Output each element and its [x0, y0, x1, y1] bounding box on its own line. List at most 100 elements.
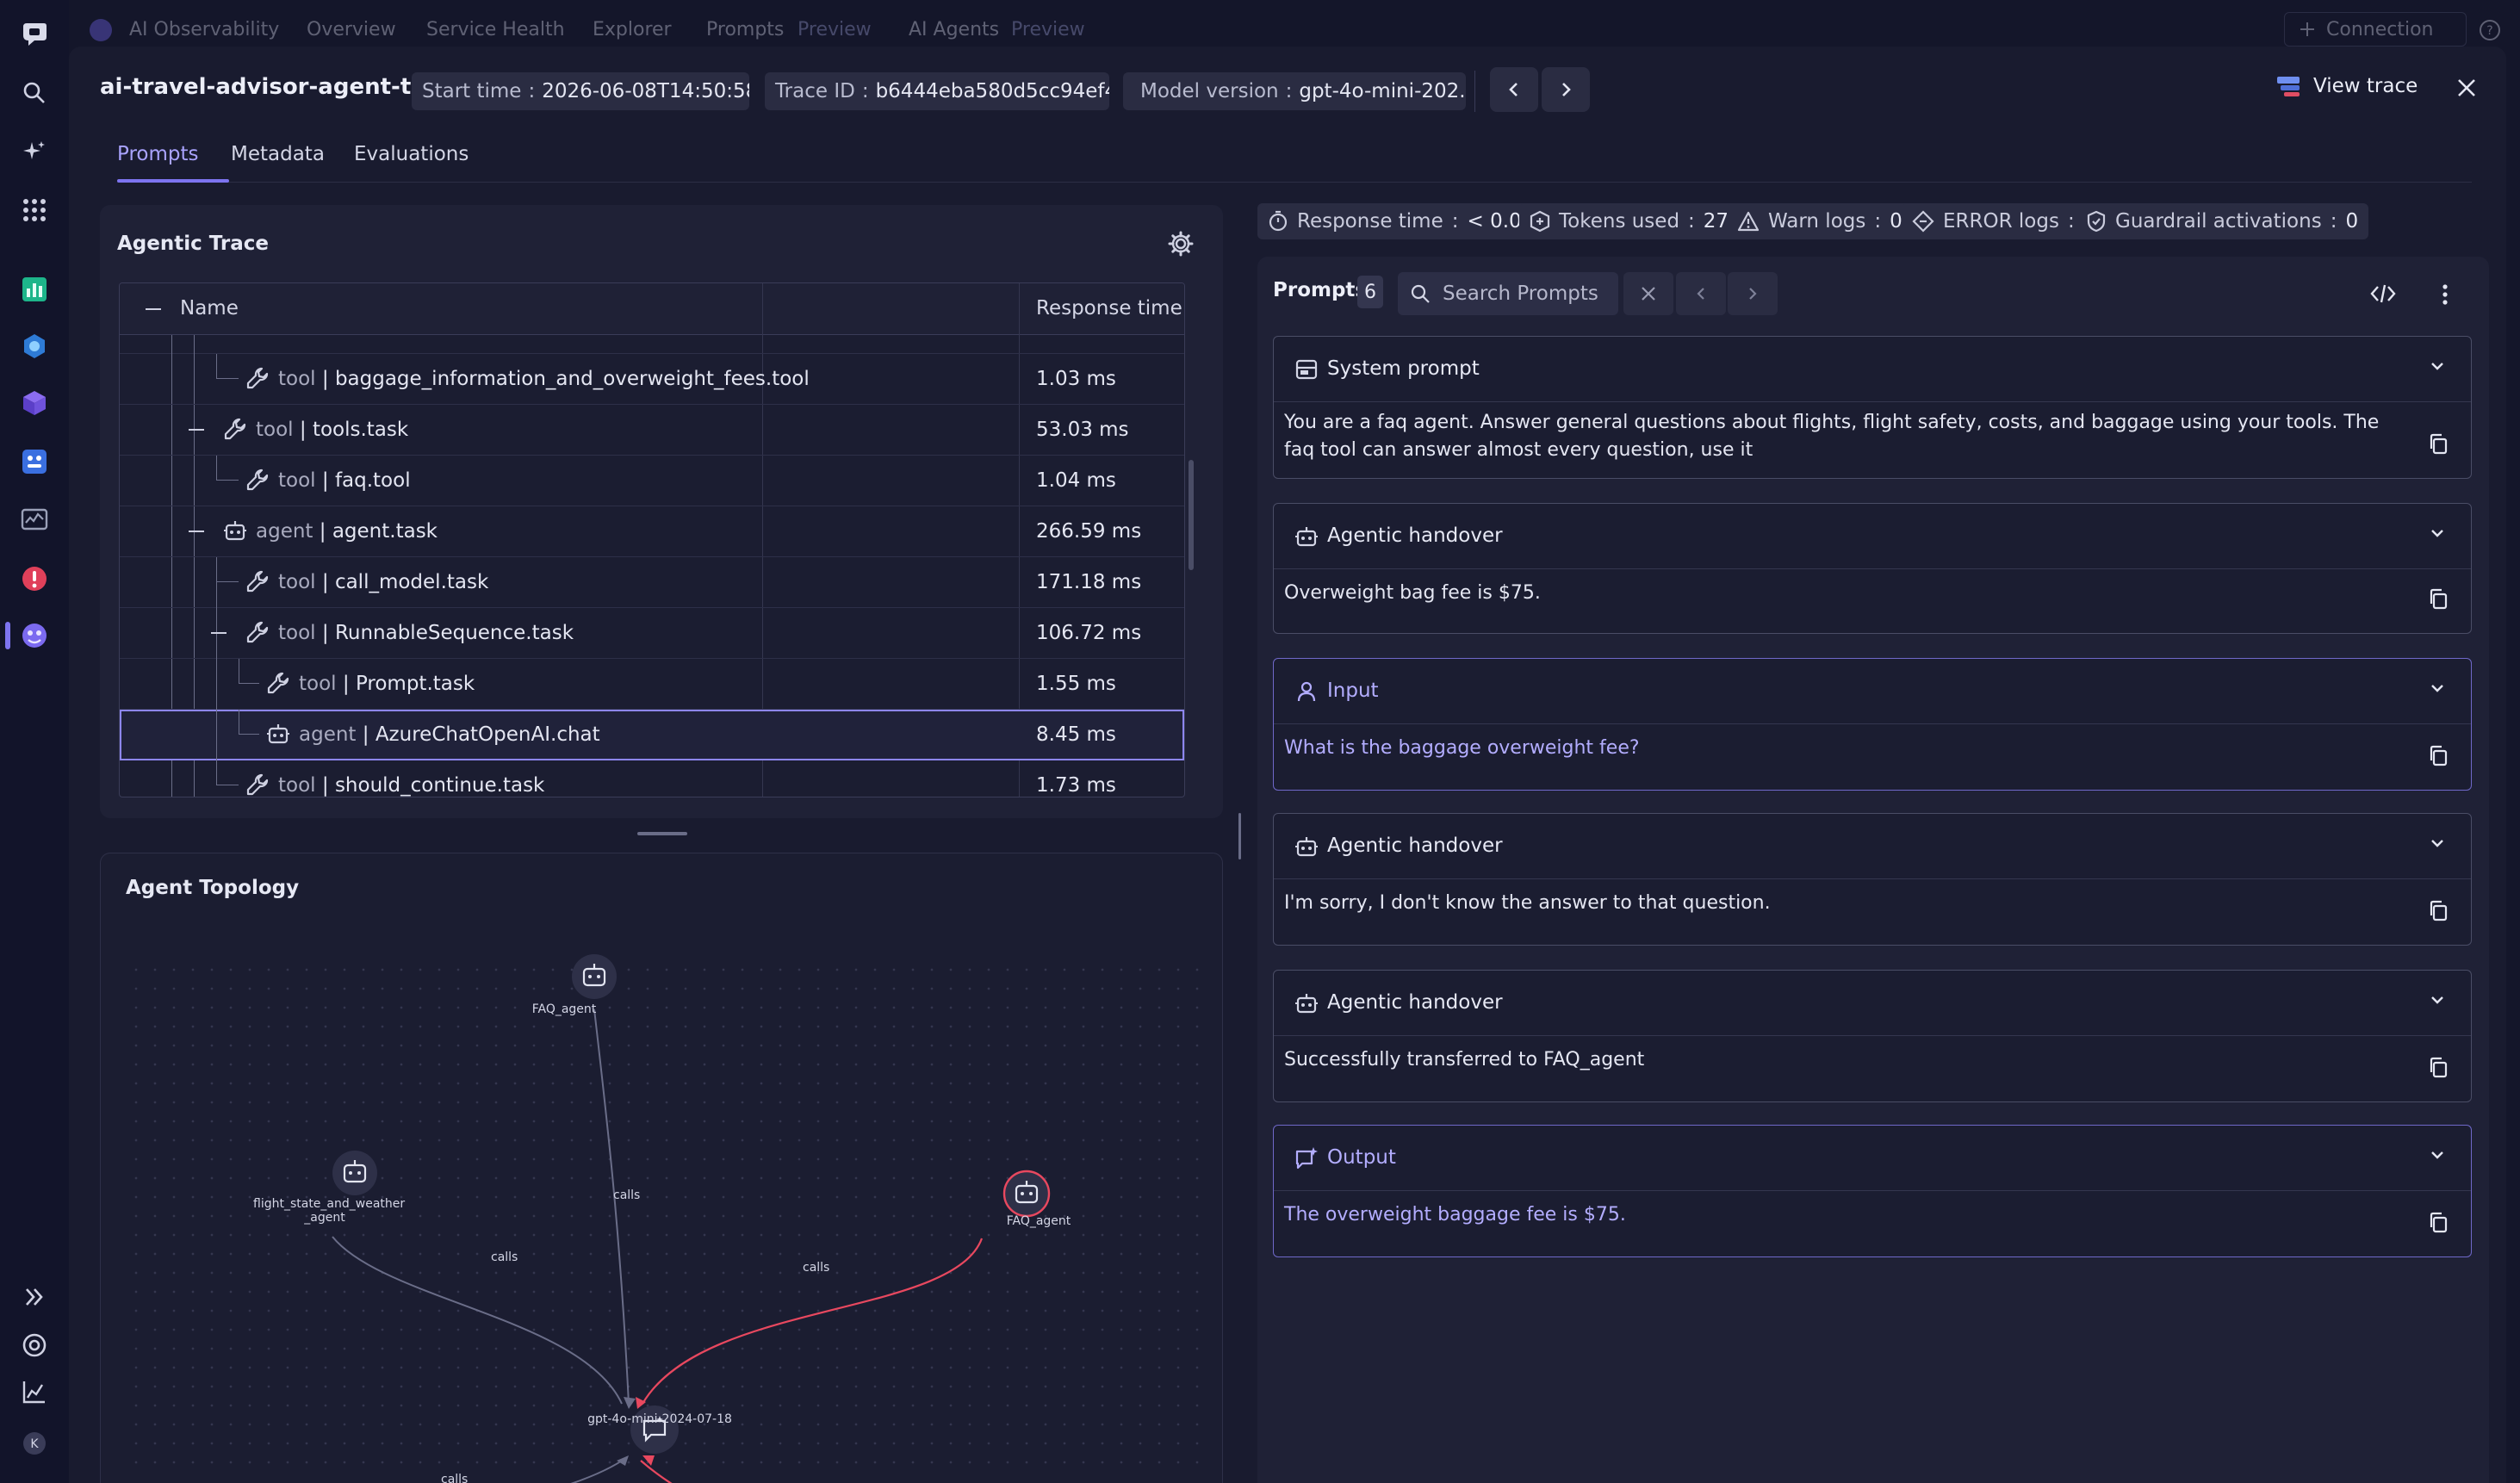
table-row[interactable]: agent | agent.task 266.59 ms	[120, 506, 1184, 557]
copy-icon[interactable]	[2428, 1057, 2449, 1079]
collapse-all-icon[interactable]	[146, 308, 161, 310]
prompt-card-title: Input	[1327, 679, 1379, 702]
services-icon[interactable]	[16, 443, 53, 481]
nav-overview[interactable]: Overview	[307, 19, 396, 40]
nav-ai-observability[interactable]: AI Observability	[129, 19, 279, 40]
collapse-row-icon[interactable]	[189, 429, 204, 431]
next-trace-button[interactable]	[1542, 67, 1590, 112]
token-icon	[1530, 210, 1550, 233]
prompt-card-header[interactable]	[1274, 659, 2471, 724]
node-faq-agent-top	[572, 954, 617, 999]
chevron-down-icon[interactable]	[2430, 528, 2445, 538]
nav-ai-agents[interactable]: AI Agents	[909, 19, 999, 40]
column-name-header[interactable]: Name	[180, 297, 239, 320]
prompts-title: Prompts	[1273, 279, 1368, 301]
help-icon[interactable]	[16, 1326, 53, 1364]
user-avatar[interactable]: K	[16, 1424, 53, 1462]
trace-scrollbar[interactable]	[1189, 460, 1194, 570]
chevron-down-icon[interactable]	[2430, 838, 2445, 848]
search-icon[interactable]	[16, 74, 53, 112]
search-prompts-input[interactable]	[1443, 282, 1615, 305]
robot-icon	[224, 521, 246, 541]
model-version-chip: Model version: gpt-4o-mini-202...	[1123, 72, 1466, 110]
node-label: FAQ_agent	[531, 1002, 597, 1016]
copy-icon[interactable]	[2428, 745, 2449, 767]
app-logo-icon[interactable]	[16, 16, 53, 53]
edge-arrow	[636, 1397, 646, 1409]
collapse-row-icon[interactable]	[189, 531, 204, 532]
column-response-time-header[interactable]: Response time	[1036, 297, 1182, 320]
prompt-card-title: System prompt	[1327, 357, 1480, 380]
table-row[interactable]	[120, 335, 1184, 354]
response-time-value: 8.45 ms	[1036, 723, 1116, 746]
expand-rail-icon[interactable]	[16, 1278, 53, 1316]
clear-search-button[interactable]	[1623, 272, 1673, 315]
previous-match-button[interactable]	[1676, 272, 1726, 315]
analytics-icon[interactable]	[16, 1373, 53, 1411]
edge-label: calls	[441, 1473, 469, 1483]
tab-evaluations[interactable]: Evaluations	[354, 143, 469, 165]
search-icon	[1411, 284, 1430, 303]
table-row[interactable]: tool | tools.task 53.03 ms	[120, 405, 1184, 456]
edge-arrow	[624, 1397, 636, 1409]
table-row-selected[interactable]: agent | AzureChatOpenAI.chat 8.45 ms	[120, 710, 1184, 760]
chevron-down-icon[interactable]	[2430, 1150, 2445, 1160]
chevron-down-icon[interactable]	[2430, 361, 2445, 371]
table-row[interactable]: tool | Prompt.task 1.55 ms	[120, 659, 1184, 710]
chevron-down-icon[interactable]	[2430, 683, 2445, 693]
copy-icon[interactable]	[2428, 1212, 2449, 1234]
help-circle-icon[interactable]: ?	[2479, 19, 2501, 41]
tab-metadata[interactable]: Metadata	[231, 143, 325, 165]
nav-service-health[interactable]: Service Health	[426, 19, 565, 40]
sparkle-icon[interactable]	[16, 133, 53, 171]
prompt-card-title: Agentic handover	[1327, 991, 1503, 1014]
more-options-icon[interactable]	[2439, 282, 2451, 307]
stat-response-time: Response time: < 0.01 s	[1257, 203, 1561, 239]
table-row[interactable]: tool | faq.tool 1.04 ms	[120, 456, 1184, 506]
collapse-row-icon[interactable]	[211, 632, 227, 634]
gear-icon[interactable]	[1168, 231, 1194, 257]
connection-button[interactable]: Connection	[2284, 12, 2467, 47]
table-row[interactable]: tool | RunnableSequence.task 106.72 ms	[120, 608, 1184, 659]
table-row[interactable]: tool | baggage_information_and_overweigh…	[120, 354, 1184, 405]
prompt-card-title: Agentic handover	[1327, 524, 1503, 547]
dashboards-icon[interactable]	[16, 270, 53, 308]
monitoring-icon[interactable]	[16, 501, 53, 539]
wrench-icon	[246, 621, 269, 643]
resize-handle[interactable]	[637, 832, 687, 835]
edge-flight-to-model	[332, 1236, 623, 1405]
ai-observability-app-icon	[90, 19, 112, 41]
table-row[interactable]: tool | should_continue.task 1.73 ms	[120, 760, 1184, 797]
nav-explorer[interactable]: Explorer	[593, 19, 672, 40]
robot-icon	[1295, 837, 1318, 857]
tab-prompts[interactable]: Prompts	[117, 143, 199, 165]
clear-icon	[1642, 287, 1655, 301]
search-prompts-field[interactable]	[1398, 272, 1618, 315]
nav-prompts[interactable]: Prompts	[706, 19, 784, 40]
edge-label: calls	[613, 1188, 641, 1202]
close-icon[interactable]	[2456, 78, 2477, 98]
view-trace-button[interactable]: View trace	[2275, 74, 2418, 98]
table-row[interactable]: tool | call_model.task 171.18 ms	[120, 557, 1184, 608]
code-view-icon[interactable]	[2370, 282, 2396, 305]
copy-icon[interactable]	[2428, 433, 2449, 456]
node-label: FAQ_agent	[1006, 1214, 1071, 1228]
chevron-down-icon[interactable]	[2430, 995, 2445, 1005]
stat-guardrail-activations: Guardrail activations:0	[2076, 203, 2369, 239]
next-match-button[interactable]	[1728, 272, 1778, 315]
kubernetes-icon[interactable]	[16, 327, 53, 365]
copy-icon[interactable]	[2428, 588, 2449, 611]
infrastructure-icon[interactable]	[16, 384, 53, 422]
previous-trace-button[interactable]	[1490, 67, 1538, 112]
copy-icon[interactable]	[2428, 900, 2449, 922]
chevron-right-icon	[1749, 288, 1757, 300]
column-resize-handle[interactable]	[1238, 813, 1241, 859]
problems-icon[interactable]	[16, 560, 53, 598]
response-time-value: 1.73 ms	[1036, 774, 1116, 797]
ai-observability-icon[interactable]	[16, 617, 53, 655]
output-chat-icon	[1295, 1147, 1318, 1170]
active-tab-indicator	[117, 179, 229, 183]
apps-grid-icon[interactable]	[16, 191, 53, 229]
node-label: gpt-4o-mini-2024-07-18	[587, 1412, 732, 1426]
prompt-card-header[interactable]	[1274, 1126, 2471, 1191]
